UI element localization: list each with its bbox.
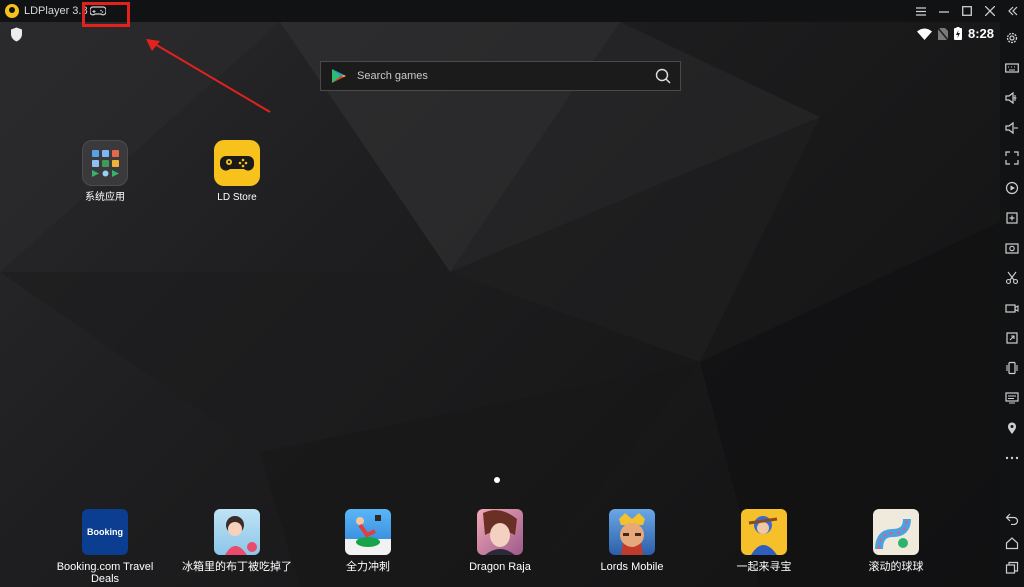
app-title: LDPlayer 3.8 — [24, 5, 88, 17]
status-bar: 8:28 — [916, 26, 994, 41]
annotation-arrow — [146, 39, 271, 113]
app-label: 一起来寻宝 — [736, 561, 792, 573]
title-bar: LDPlayer 3.8 — [0, 0, 1024, 22]
shake-icon[interactable] — [1000, 358, 1024, 378]
app-label: 滚动的球球 — [868, 561, 924, 573]
app-ld-store[interactable]: LD Store — [197, 140, 277, 204]
recent-icon[interactable] — [1000, 558, 1024, 578]
app-label: 全力冲刺 — [346, 561, 390, 573]
screenshot-icon[interactable] — [1000, 238, 1024, 258]
app-label: Booking.com Travel Deals — [56, 561, 154, 585]
app-label: Dragon Raja — [469, 561, 531, 573]
window-controls — [909, 0, 1024, 22]
dock-app-lords-mobile[interactable]: Lords Mobile — [577, 509, 687, 573]
add-window-icon[interactable] — [1000, 208, 1024, 228]
dock-app-rolling-ball[interactable]: 滚动的球球 — [841, 509, 951, 573]
dock-app-treasure-hunt[interactable]: 一起来寻宝 — [709, 509, 819, 573]
sprint-game-icon — [345, 509, 391, 555]
scissors-icon[interactable] — [1000, 268, 1024, 288]
wifi-icon — [916, 28, 932, 40]
booking-tile-text: Booking — [87, 527, 123, 537]
volume-up-icon[interactable] — [1000, 88, 1024, 108]
folder-icon — [82, 140, 128, 186]
ldplayer-logo-icon — [5, 4, 19, 18]
collapse-icon[interactable] — [1001, 0, 1024, 22]
dock-app-pudding[interactable]: 冰箱里的布丁被吃掉了 — [182, 509, 292, 573]
shield-icon — [11, 27, 22, 42]
dock-app-sprint[interactable]: 全力冲刺 — [313, 509, 423, 573]
dock-app-booking[interactable]: Booking Booking.com Travel Deals — [50, 509, 160, 585]
close-icon[interactable] — [978, 0, 1001, 22]
treasure-hunt-icon — [741, 509, 787, 555]
page-indicator — [494, 477, 500, 483]
booking-icon: Booking — [82, 509, 128, 555]
record-icon[interactable] — [1000, 178, 1024, 198]
battery-charging-icon — [953, 27, 962, 40]
app-label: 系统应用 — [85, 192, 125, 203]
menu-icon[interactable] — [909, 0, 932, 22]
more-icon[interactable] — [1000, 448, 1024, 468]
video-icon[interactable] — [1000, 298, 1024, 318]
search-icon[interactable] — [655, 68, 671, 84]
search-input[interactable]: Search games — [357, 70, 655, 82]
android-home-screen: 8:28 Search games 系统应用 LD Store Booking … — [0, 22, 1000, 587]
operations-icon[interactable] — [1000, 388, 1024, 408]
settings-icon[interactable] — [1000, 28, 1024, 48]
side-toolbar — [1000, 22, 1024, 587]
location-icon[interactable] — [1000, 418, 1024, 438]
dragon-raja-icon — [477, 509, 523, 555]
lords-mobile-icon — [609, 509, 655, 555]
app-label: 冰箱里的布丁被吃掉了 — [182, 561, 292, 573]
volume-down-icon[interactable] — [1000, 118, 1024, 138]
annotation-highlight-box — [82, 2, 130, 27]
search-games-bar[interactable]: Search games — [320, 61, 681, 91]
app-label: LD Store — [217, 192, 257, 203]
app-label: Lords Mobile — [600, 561, 664, 573]
maximize-icon[interactable] — [955, 0, 978, 22]
app-system-apps[interactable]: 系统应用 — [65, 140, 145, 204]
rolling-ball-icon — [873, 509, 919, 555]
fullscreen-icon[interactable] — [1000, 148, 1024, 168]
clock: 8:28 — [967, 26, 994, 41]
ld-store-icon — [214, 140, 260, 186]
back-icon[interactable] — [1000, 508, 1024, 528]
pudding-game-icon — [214, 509, 260, 555]
no-sim-icon — [937, 27, 948, 40]
home-icon[interactable] — [1000, 533, 1024, 553]
google-play-icon — [332, 69, 346, 83]
dock-app-dragon-raja[interactable]: Dragon Raja — [445, 509, 555, 573]
minimize-icon[interactable] — [932, 0, 955, 22]
keyboard-icon[interactable] — [1000, 58, 1024, 78]
rotate-icon[interactable] — [1000, 328, 1024, 348]
